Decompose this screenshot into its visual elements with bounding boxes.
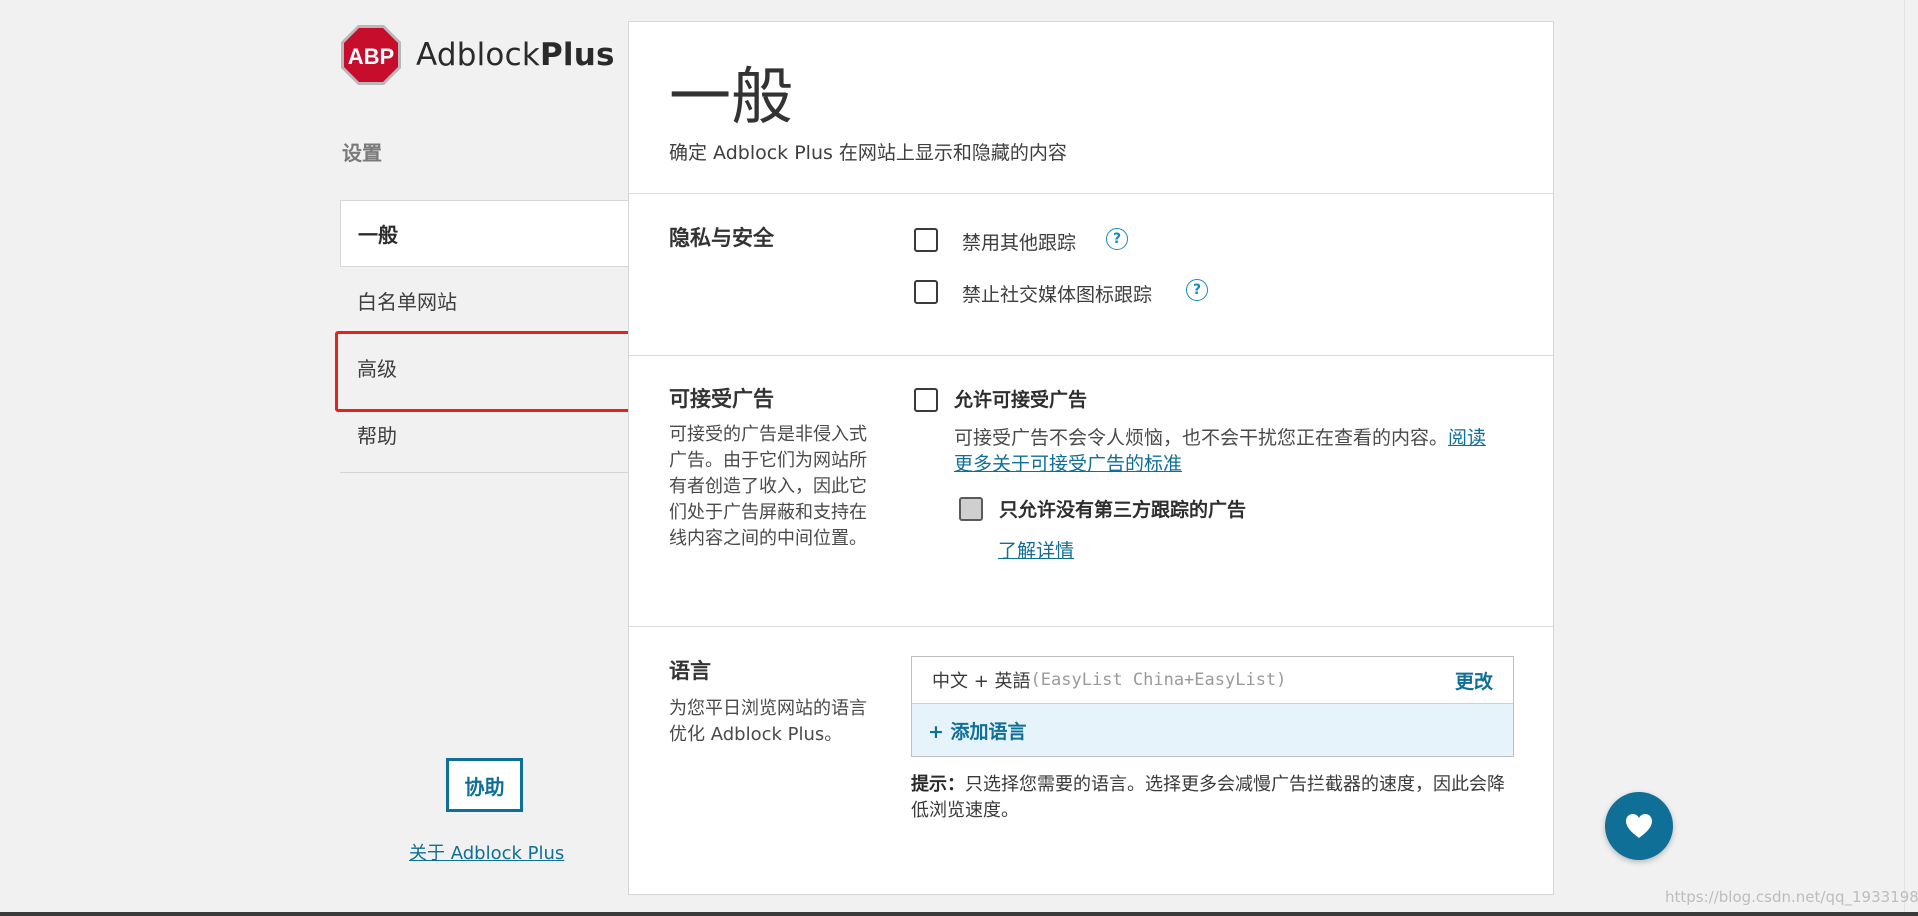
advanced-highlight-annotation — [335, 331, 636, 412]
block-social-tracking-label: 禁止社交媒体图标跟踪 — [962, 284, 1153, 306]
sidebar-item-general[interactable]: 一般 — [340, 200, 631, 267]
sidebar-item-whitelist[interactable]: 白名单网站 — [340, 267, 630, 334]
privacy-section-title: 隐私与安全 — [669, 226, 774, 250]
language-section-title: 语言 — [669, 659, 711, 683]
allow-acceptable-ads-label: 允许可接受广告 — [954, 389, 1088, 411]
allow-acceptable-ads-checkbox[interactable] — [914, 388, 938, 412]
help-question-icon[interactable]: ? — [1106, 228, 1128, 250]
tip-label: 提示： — [911, 774, 965, 795]
tip-text: 只选择您需要的语言。选择更多会减慢广告拦截器的速度，因此会降低浏览速度。 — [911, 774, 1505, 821]
learn-more-link[interactable]: 了解详情 — [998, 536, 1074, 563]
logo-name-regular: Adblock — [416, 37, 540, 73]
acceptable-ads-description: 可接受的广告是非侵入式广告。由于它们为网站所有者创造了收入，因此它们处于广告屏蔽… — [669, 424, 867, 549]
logo-name-bold: Plus — [540, 37, 615, 73]
contribute-button[interactable]: 协助 — [446, 758, 523, 812]
block-social-tracking-checkbox[interactable] — [914, 280, 938, 304]
logo-wordmark: AdblockPlus — [416, 37, 615, 73]
page-scrollbar[interactable] — [1904, 0, 1918, 916]
watermark-text: https://blog.csdn.net/qq_1933198 — [1665, 888, 1918, 906]
main-panel: 一般 确定 Adblock Plus 在网站上显示和隐藏的内容 隐私与安全 禁用… — [628, 21, 1554, 895]
rate-heart-button[interactable] — [1605, 792, 1673, 860]
sidebar: ABP AdblockPlus 设置 一般 白名单网站 高级 帮助 — [340, 20, 631, 473]
acceptable-ads-info-text: 可接受广告不会令人烦恼，也不会干扰您正在查看的内容。 — [954, 427, 1449, 449]
nav-divider — [340, 472, 630, 473]
sidebar-item-label: 白名单网站 — [357, 290, 457, 314]
no-third-party-tracking-label: 只允许没有第三方跟踪的广告 — [999, 499, 1247, 521]
language-tip: 提示：只选择您需要的语言。选择更多会减慢广告拦截器的速度，因此会降低浏览速度。 — [911, 772, 1516, 824]
language-list: 中文 + 英語 (EasyList China+EasyList) 更改 + 添… — [911, 656, 1514, 757]
heart-icon — [1626, 814, 1652, 838]
sidebar-item-label: 一般 — [358, 223, 398, 247]
section-divider — [629, 626, 1553, 627]
change-language-button[interactable]: 更改 — [1455, 667, 1493, 694]
language-description: 为您平日浏览网站的语言优化 Adblock Plus。 — [669, 698, 867, 745]
disable-tracking-checkbox[interactable] — [914, 228, 938, 252]
section-divider — [629, 193, 1553, 194]
language-item: 中文 + 英語 (EasyList China+EasyList) 更改 — [912, 657, 1513, 704]
section-divider — [629, 355, 1553, 356]
sidebar-item-label: 帮助 — [357, 424, 397, 448]
page-title: 一般 — [669, 60, 794, 133]
acceptable-ads-section-title: 可接受广告 — [669, 387, 774, 411]
language-name: 中文 + 英語 — [932, 671, 1031, 692]
about-adblock-plus-link[interactable]: 关于 Adblock Plus — [409, 839, 564, 865]
svg-text:ABP: ABP — [348, 44, 394, 69]
no-third-party-tracking-checkbox[interactable] — [959, 497, 983, 521]
help-question-icon[interactable]: ? — [1186, 279, 1208, 301]
acceptable-ads-info: 可接受广告不会令人烦恼，也不会干扰您正在查看的内容。阅读更多关于可接受广告的标准 — [954, 425, 1504, 477]
abp-logo-icon: ABP — [341, 25, 401, 85]
page-subtitle: 确定 Adblock Plus 在网站上显示和隐藏的内容 — [669, 142, 1067, 164]
disable-tracking-label: 禁用其他跟踪 — [962, 232, 1077, 254]
language-filter-lists: (EasyList China+EasyList) — [1030, 670, 1287, 690]
add-language-button[interactable]: + 添加语言 — [912, 704, 1513, 756]
adblock-plus-logo: ABP AdblockPlus — [340, 20, 630, 90]
bottom-edge — [0, 912, 1918, 916]
settings-label: 设置 — [342, 141, 382, 165]
